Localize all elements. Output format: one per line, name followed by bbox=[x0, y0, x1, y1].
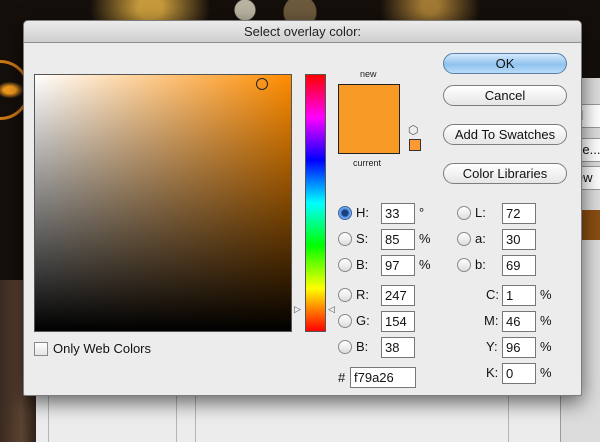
background-swatch[interactable] bbox=[580, 210, 600, 240]
percent-unit: % bbox=[540, 339, 552, 354]
lightness-field[interactable]: 72 bbox=[502, 203, 536, 224]
green-label: G: bbox=[356, 313, 370, 328]
blue-label: B: bbox=[356, 339, 369, 354]
add-to-swatches-button[interactable]: Add To Swatches bbox=[443, 124, 567, 145]
hue-field[interactable]: 33 bbox=[381, 203, 415, 224]
hex-label: # bbox=[338, 370, 346, 385]
a-channel-label: a: bbox=[475, 231, 486, 246]
percent-unit: % bbox=[540, 313, 552, 328]
magenta-row: M: 46 % bbox=[457, 311, 567, 332]
red-label: R: bbox=[356, 287, 369, 302]
percent-unit: % bbox=[419, 231, 431, 246]
only-web-colors-label[interactable]: Only Web Colors bbox=[53, 341, 151, 356]
background-divider bbox=[48, 395, 49, 442]
a-channel-row: a: 30 bbox=[457, 229, 567, 250]
slider-right-arrow-icon[interactable]: ◁ bbox=[328, 305, 335, 314]
percent-unit: % bbox=[540, 365, 552, 380]
web-safe-swatch[interactable] bbox=[409, 139, 421, 151]
lightness-radio[interactable] bbox=[457, 206, 471, 220]
color-picker-dialog: Select overlay color: ▷ ◁ new current ⬡ … bbox=[23, 20, 582, 396]
saturation-radio[interactable] bbox=[338, 232, 352, 246]
yellow-field[interactable]: 96 bbox=[502, 337, 536, 358]
circle-marker-icon[interactable] bbox=[256, 78, 268, 90]
a-channel-field[interactable]: 30 bbox=[502, 229, 536, 250]
brightness-label: B: bbox=[356, 257, 369, 272]
hue-row: H: 33 ° bbox=[338, 203, 438, 224]
dialog-title: Select overlay color: bbox=[24, 21, 581, 43]
b-channel-label: b: bbox=[475, 257, 486, 272]
green-row: G: 154 bbox=[338, 311, 438, 332]
lightness-row: L: 72 bbox=[457, 203, 567, 224]
black-field[interactable]: 0 bbox=[502, 363, 536, 384]
slider-left-arrow-icon[interactable]: ▷ bbox=[294, 305, 301, 314]
red-field[interactable]: 247 bbox=[381, 285, 415, 306]
magenta-label: M: bbox=[484, 313, 499, 328]
new-color-swatch bbox=[339, 85, 399, 119]
cube-icon[interactable]: ⬡ bbox=[408, 123, 418, 137]
cyan-label: C: bbox=[486, 287, 499, 302]
yellow-label: Y: bbox=[486, 339, 498, 354]
blue-radio[interactable] bbox=[338, 340, 352, 354]
saturation-row: S: 85 % bbox=[338, 229, 438, 250]
percent-unit: % bbox=[419, 257, 431, 272]
saturation-label: S: bbox=[356, 231, 369, 246]
yellow-row: Y: 96 % bbox=[457, 337, 567, 358]
a-channel-radio[interactable] bbox=[457, 232, 471, 246]
cyan-field[interactable]: 1 bbox=[502, 285, 536, 306]
saturation-field[interactable]: 85 bbox=[381, 229, 415, 250]
background-divider bbox=[176, 395, 177, 442]
black-label: K: bbox=[486, 365, 499, 380]
b-channel-radio[interactable] bbox=[457, 258, 471, 272]
hex-field[interactable]: f79a26 bbox=[350, 367, 416, 388]
lightness-label: L: bbox=[475, 205, 486, 220]
background-panel-bottom bbox=[36, 395, 560, 442]
current-swatch-label: current bbox=[353, 158, 382, 168]
cyan-row: C: 1 % bbox=[457, 285, 567, 306]
red-row: R: 247 bbox=[338, 285, 438, 306]
red-radio[interactable] bbox=[338, 288, 352, 302]
background-divider bbox=[508, 395, 509, 442]
brightness-field[interactable]: 97 bbox=[381, 255, 415, 276]
blue-row: B: 38 bbox=[338, 337, 438, 358]
cancel-button[interactable]: Cancel bbox=[443, 85, 567, 106]
color-libraries-button[interactable]: Color Libraries bbox=[443, 163, 567, 184]
ok-button[interactable]: OK bbox=[443, 53, 567, 74]
blue-field[interactable]: 38 bbox=[381, 337, 415, 358]
hue-label: H: bbox=[356, 205, 369, 220]
hue-radio[interactable] bbox=[338, 206, 352, 220]
new-swatch-label: new bbox=[360, 69, 377, 79]
color-comparison bbox=[338, 84, 400, 154]
background-divider bbox=[195, 395, 196, 442]
brightness-radio[interactable] bbox=[338, 258, 352, 272]
brightness-row: B: 97 % bbox=[338, 255, 438, 276]
b-channel-row: b: 69 bbox=[457, 255, 567, 276]
only-web-colors-checkbox[interactable] bbox=[34, 342, 48, 356]
current-color-swatch[interactable] bbox=[339, 119, 399, 153]
hue-slider[interactable] bbox=[305, 74, 326, 332]
green-radio[interactable] bbox=[338, 314, 352, 328]
magenta-field[interactable]: 46 bbox=[502, 311, 536, 332]
b-channel-field[interactable]: 69 bbox=[502, 255, 536, 276]
degree-unit: ° bbox=[419, 205, 425, 220]
percent-unit: % bbox=[540, 287, 552, 302]
black-row: K: 0 % bbox=[457, 363, 567, 384]
color-field[interactable] bbox=[34, 74, 292, 332]
green-field[interactable]: 154 bbox=[381, 311, 415, 332]
